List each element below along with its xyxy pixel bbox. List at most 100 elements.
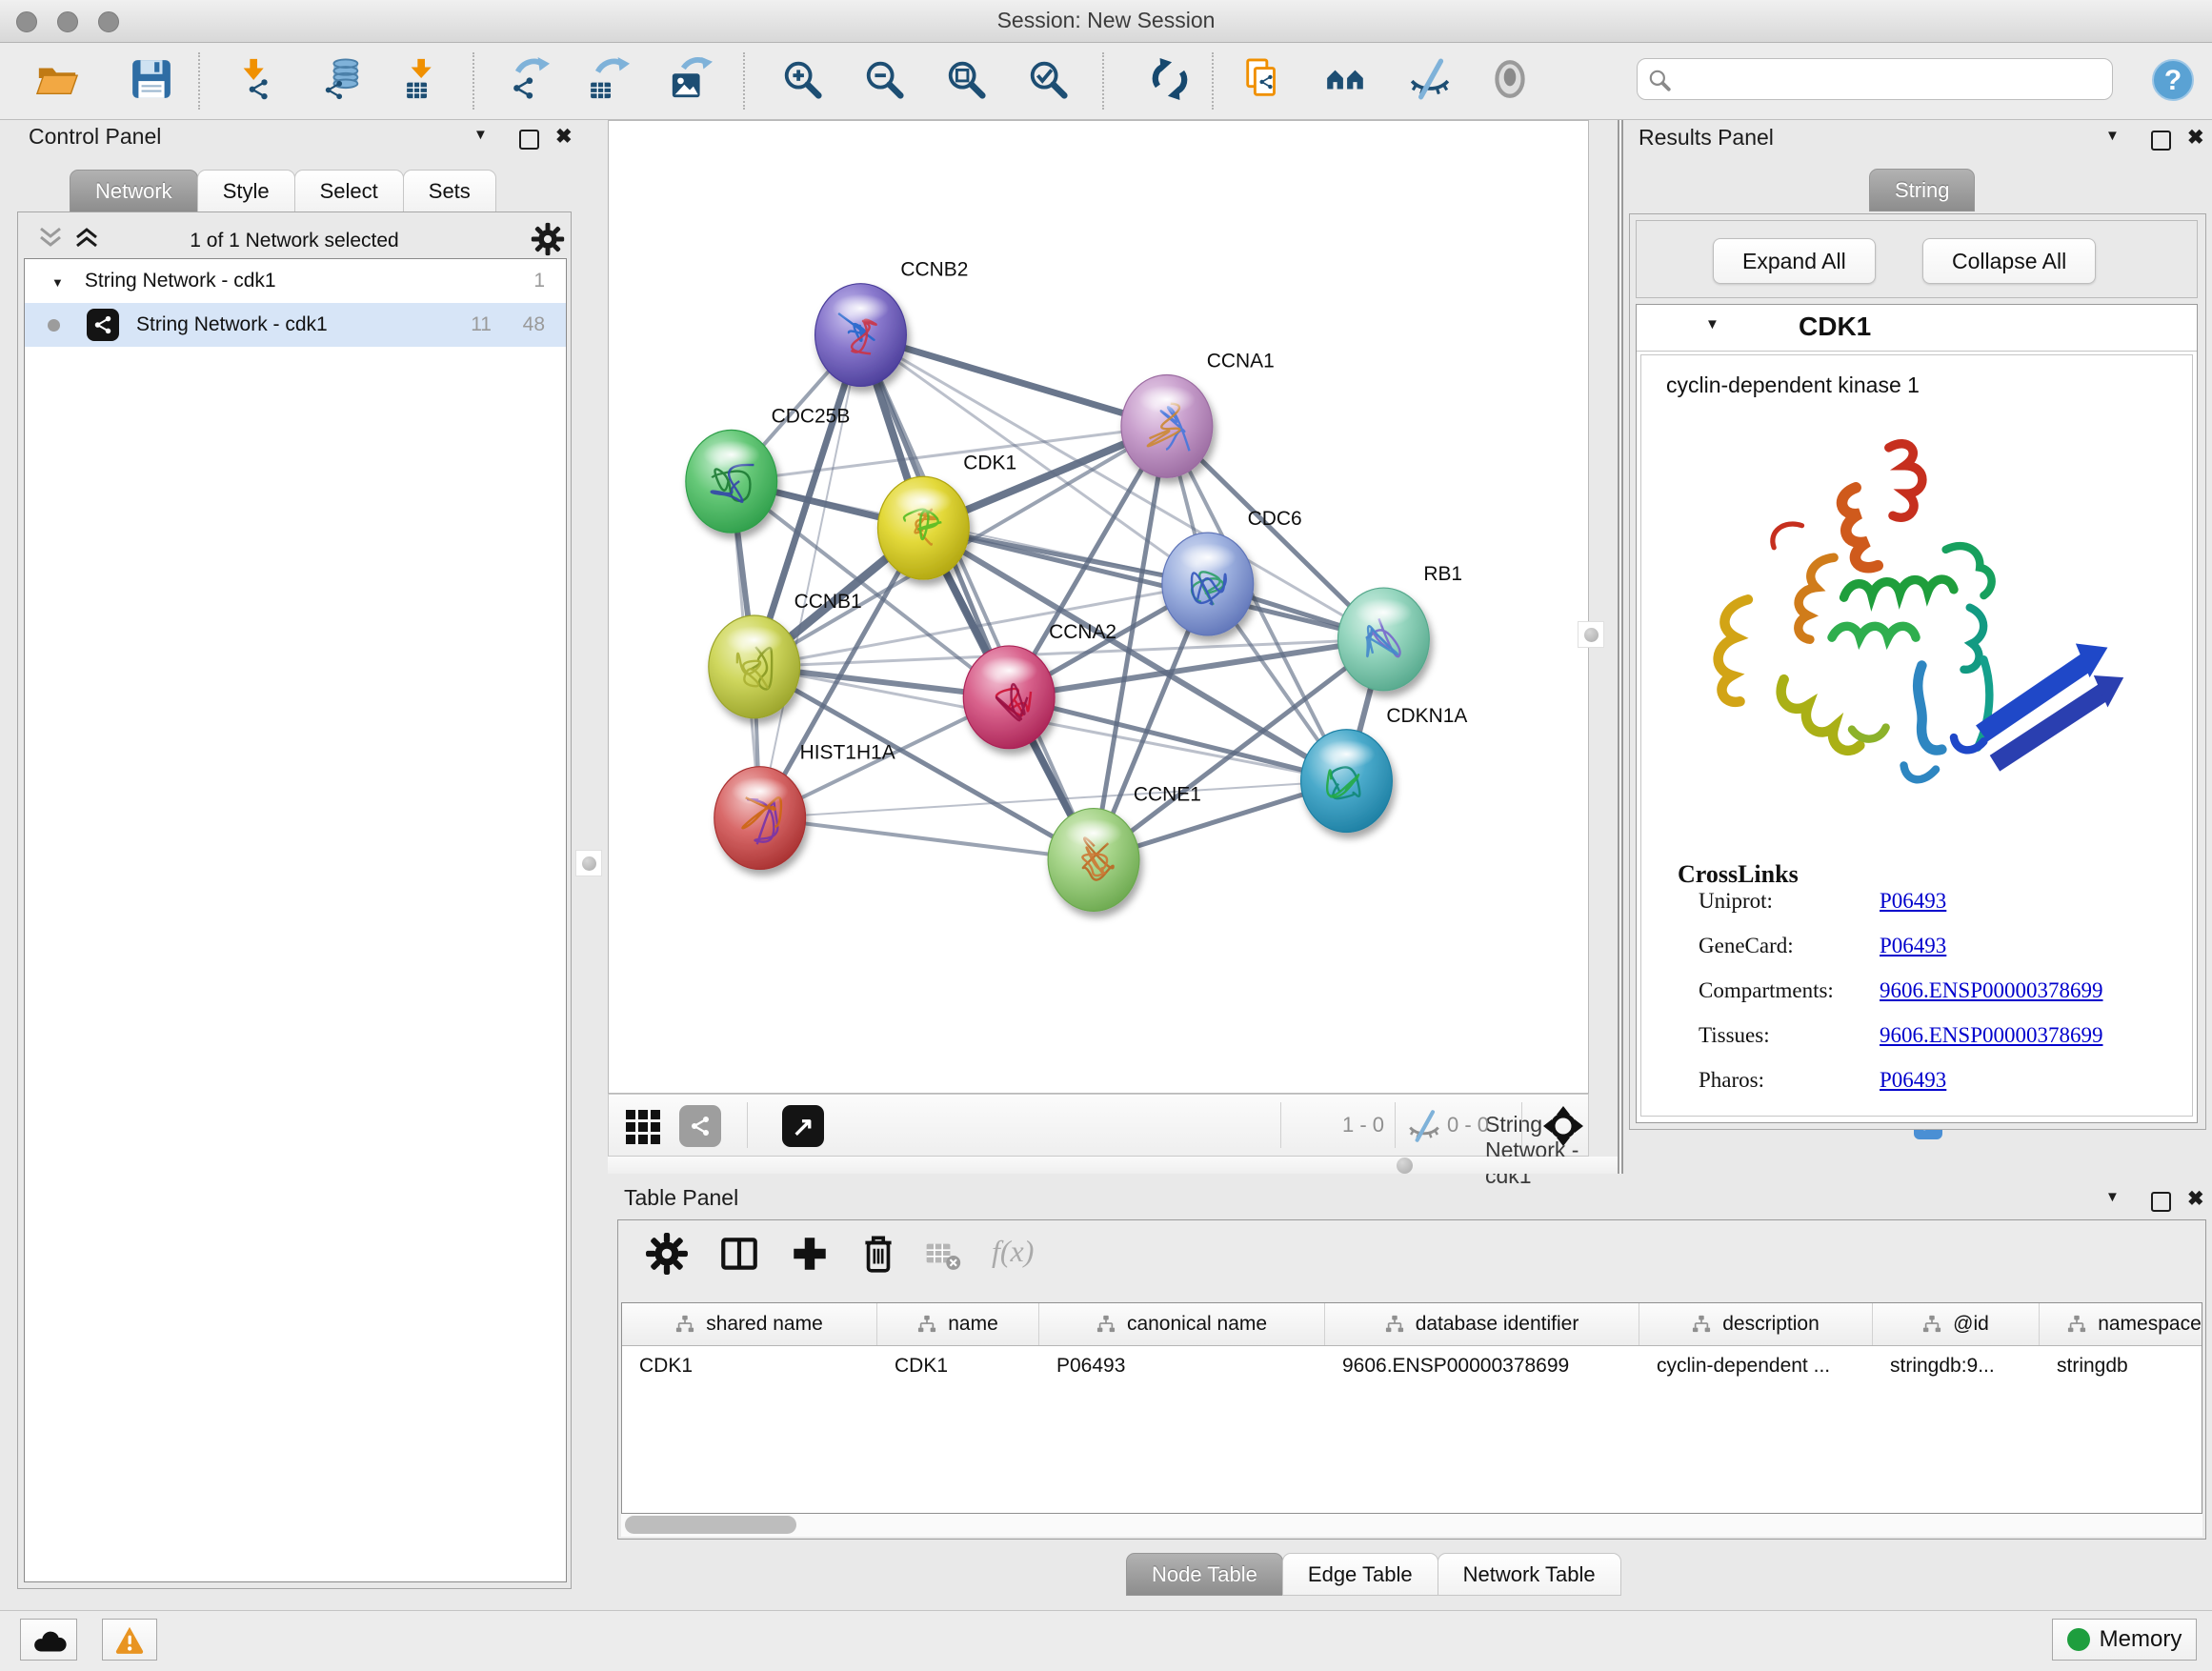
horizontal-splitter[interactable] [608,1157,1618,1174]
tab-string[interactable]: String [1869,169,1975,211]
tab-select[interactable]: Select [294,170,404,212]
help-icon[interactable]: ? [2151,58,2195,102]
network-collection-row[interactable]: String Network - cdk1 1 [25,259,566,303]
gene-section-header[interactable]: CDK1 [1637,305,2197,352]
open-in-window-button[interactable]: ↗ [782,1105,824,1147]
cloud-button[interactable] [20,1619,77,1661]
expand-all-button[interactable]: Expand All [1713,238,1876,284]
import-table-icon[interactable] [403,57,447,101]
splitter-grip-dot[interactable] [1397,1158,1413,1174]
table-options-gear-icon[interactable] [645,1232,689,1276]
save-session-icon[interactable] [130,57,173,101]
network-node-hist1h1a[interactable] [714,767,806,870]
crosslink-value-compartments[interactable]: 9606.ENSP00000378699 [1880,978,2103,1003]
node-table: shared namenamecanonical name database id… [621,1302,2202,1514]
float-panel-icon[interactable] [2151,1192,2171,1212]
open-session-icon[interactable] [35,57,79,101]
column-header-label: database identifier [1416,1313,1579,1336]
column-header-shared-name[interactable]: shared name [622,1303,877,1345]
collapse-all-button[interactable]: Collapse All [1922,238,2096,284]
network-node-ccna2[interactable] [963,646,1055,749]
delete-table-icon[interactable] [925,1238,961,1274]
center-view-crosshair-icon[interactable] [1542,1105,1584,1147]
tab-sets[interactable]: Sets [403,170,496,212]
memory-button[interactable]: Memory [2052,1619,2197,1661]
canvas-splitter-grip[interactable] [1578,621,1604,648]
zoom-in-icon[interactable] [780,57,824,101]
collection-expand-icon[interactable] [51,270,64,292]
network-node-cdkn1a[interactable] [1301,730,1393,833]
network-from-pages-icon[interactable] [1241,57,1285,101]
network-edge-hist1h1a-ccne1[interactable] [760,818,1094,860]
export-image-icon[interactable] [669,57,713,101]
vertical-splitter[interactable] [1618,120,1623,1174]
string-houses-icon[interactable] [1323,57,1367,101]
network-node-ccnb2[interactable] [815,284,907,387]
add-column-icon[interactable] [788,1232,832,1276]
collapse-panel-icon[interactable] [2105,128,2120,145]
table-horizontal-scrollbar[interactable] [621,1514,2202,1537]
control-splitter-grip[interactable] [575,850,602,876]
export-network-icon[interactable] [507,57,551,101]
network-node-cdc6[interactable] [1162,533,1254,635]
column-header-id[interactable]: @id [1873,1303,2040,1345]
import-network-icon[interactable] [235,57,279,101]
details-eye-icon[interactable] [1488,57,1532,101]
toolbar-divider [198,52,200,110]
table-row[interactable]: CDK1CDK1P064939606.ENSP00000378699cyclin… [622,1346,2202,1386]
float-panel-icon[interactable] [519,130,539,150]
zoom-fit-icon[interactable] [944,57,988,101]
network-node-ccna1[interactable] [1121,374,1213,477]
warnings-button[interactable] [102,1619,157,1661]
string-network-graph[interactable]: CCNB2CCNA1CDC25BCDK1CDC6RB1CCNB1CCNA2CDK… [609,121,1588,1093]
network-node-ccnb1[interactable] [709,615,800,718]
column-header-name[interactable]: name [877,1303,1039,1345]
crosslink-value-uniprot[interactable]: P06493 [1880,889,1946,914]
tab-style[interactable]: Style [197,170,295,212]
delete-column-trash-icon[interactable] [856,1232,900,1276]
column-header-description[interactable]: description [1639,1303,1873,1345]
tab-network[interactable]: Network [70,170,198,212]
close-panel-icon[interactable] [555,125,573,149]
network-node-label: CDC25B [772,405,851,427]
close-panel-icon[interactable] [2187,1187,2204,1211]
float-panel-icon[interactable] [2151,131,2171,151]
refresh-icon[interactable] [1148,57,1192,101]
collapse-panel-icon[interactable] [2105,1189,2120,1206]
tab-network-table[interactable]: Network Table [1438,1553,1621,1596]
hide-eye-slash-icon[interactable] [1408,57,1452,101]
tab-node-table[interactable]: Node Table [1126,1553,1283,1596]
column-header-canonical-name[interactable]: canonical name [1039,1303,1325,1345]
network-edge-ccnb2-ccna1[interactable] [860,335,1166,427]
collapse-panel-icon[interactable] [473,127,488,144]
column-header-database-identifier[interactable]: database identifier [1325,1303,1639,1345]
network-node-cdk1[interactable] [877,476,969,579]
crosslink-value-genecard[interactable]: P06493 [1880,934,1946,958]
network-canvas[interactable]: CCNB2CCNA1CDC25BCDK1CDC6RB1CCNB1CCNA2CDK… [608,120,1589,1094]
crosslink-value-pharos[interactable]: P06493 [1880,1068,1946,1093]
export-table-icon[interactable] [587,57,631,101]
network-node-ccne1[interactable] [1048,809,1139,912]
crosslink-value-tissues[interactable]: 9606.ENSP00000378699 [1880,1023,2103,1048]
search-input[interactable] [1679,63,2102,95]
import-database-icon[interactable] [321,57,365,101]
network-row[interactable]: String Network - cdk1 11 48 [25,303,566,347]
function-builder-icon[interactable]: f(x) [992,1234,1034,1269]
birdseye-grid-icon[interactable] [624,1106,664,1146]
network-node-label: CCNA1 [1207,350,1275,372]
network-options-gear-icon[interactable] [531,222,565,256]
network-node-cdc25b[interactable] [686,430,777,533]
zoom-out-icon[interactable] [862,57,906,101]
network-edge-ccnb2-ccne1[interactable] [860,335,1094,860]
memory-status-dot [2067,1628,2090,1651]
show-columns-icon[interactable] [717,1232,761,1276]
column-header-namespace[interactable]: namespace [2040,1303,2202,1345]
close-panel-icon[interactable] [2187,126,2204,150]
tab-edge-table[interactable]: Edge Table [1282,1553,1438,1596]
hidden-eye-slash-icon[interactable] [1407,1109,1441,1143]
scrollbar-thumb[interactable] [625,1516,796,1534]
network-node-rb1[interactable] [1338,588,1430,691]
zoom-selected-icon[interactable] [1026,57,1070,101]
gene-expand-icon[interactable] [1705,316,1719,333]
network-share-button[interactable] [679,1105,721,1147]
